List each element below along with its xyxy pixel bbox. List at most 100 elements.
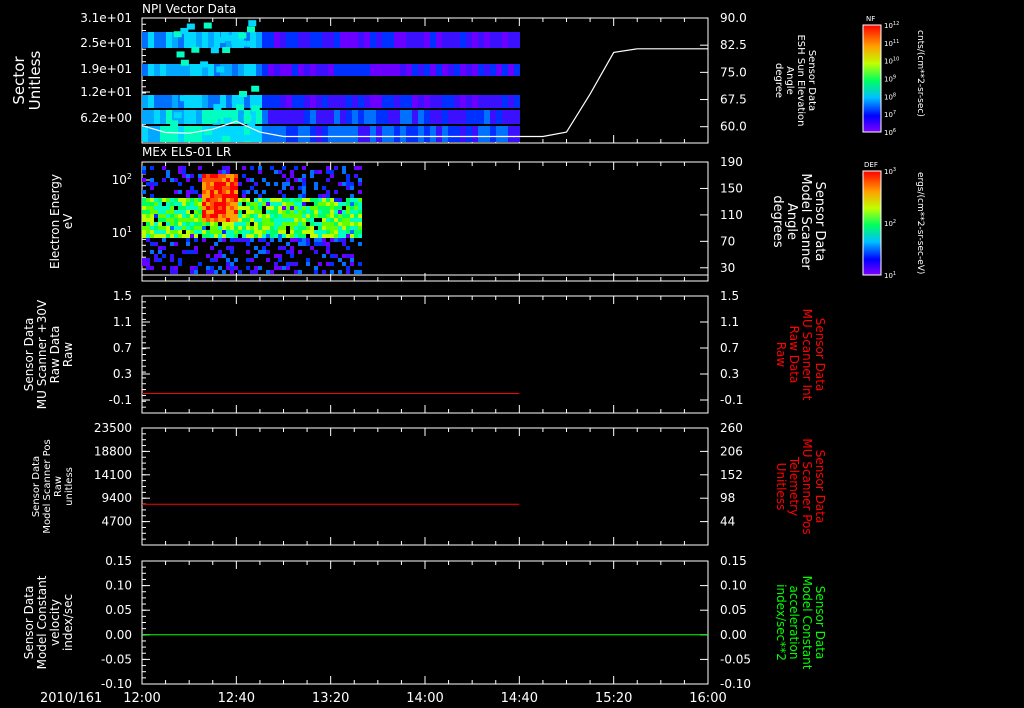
heatmap-cell bbox=[472, 126, 478, 142]
heatmap-cell bbox=[292, 110, 298, 124]
heatmap-cell bbox=[322, 226, 326, 230]
heatmap-cell bbox=[406, 110, 412, 124]
heatmap-cell bbox=[206, 194, 210, 198]
heatmap-cell bbox=[352, 126, 358, 142]
heatmap-cell bbox=[358, 182, 362, 186]
heatmap-cell bbox=[346, 126, 352, 142]
colorbar-tick-label: 103 bbox=[884, 167, 896, 176]
right-tick-label: 67.5 bbox=[720, 93, 747, 107]
heatmap-cell bbox=[142, 230, 146, 234]
heatmap-cell bbox=[148, 95, 154, 108]
ylabel-line: Raw bbox=[61, 342, 75, 367]
heatmap-cell bbox=[342, 202, 346, 206]
heatmap-cell bbox=[412, 95, 418, 108]
heatmap-cell bbox=[334, 218, 338, 222]
heatmap-cell bbox=[298, 186, 302, 190]
heatmap-cell bbox=[406, 64, 412, 76]
heatmap-cell bbox=[302, 194, 306, 198]
panel-1-ylabel: SectorUnitless bbox=[10, 51, 44, 111]
heatmap-cell bbox=[328, 95, 334, 108]
heatmap-cell bbox=[226, 95, 232, 108]
right-label-line: Telemetry bbox=[787, 456, 801, 516]
multi-panel-plot: NPI Vector Data MEx ELS-01 LR 2010/161 N… bbox=[10, 2, 925, 706]
right-label-line: MU Scanner Int bbox=[800, 309, 814, 401]
heatmap-cell bbox=[334, 234, 338, 238]
heatmap-cell bbox=[496, 32, 502, 48]
heatmap-cell bbox=[326, 210, 330, 214]
heatmap-cell bbox=[162, 246, 166, 250]
heatmap-cell bbox=[278, 230, 282, 234]
heatmap-cell bbox=[170, 254, 174, 258]
heatmap-cell bbox=[270, 166, 274, 170]
heatmap-cell bbox=[230, 206, 234, 210]
heatmap-cell bbox=[214, 190, 218, 194]
right-label-line: index/sec**2 bbox=[774, 584, 788, 661]
heatmap-cell bbox=[222, 234, 226, 238]
heatmap-cell bbox=[496, 110, 502, 124]
heatmap-cell bbox=[184, 110, 190, 124]
heatmap-cell bbox=[190, 64, 196, 76]
heatmap-cell bbox=[298, 126, 304, 142]
heatmap-cell bbox=[202, 206, 206, 210]
heatmap-cell bbox=[238, 210, 242, 214]
heatmap-cell bbox=[206, 190, 210, 194]
heatmap-cell bbox=[198, 222, 202, 226]
heatmap-cell bbox=[350, 218, 354, 222]
heatmap-cell bbox=[358, 178, 362, 182]
heatmap-cell bbox=[142, 170, 146, 174]
heatmap-cell bbox=[258, 218, 262, 222]
heatmap-cell bbox=[382, 110, 388, 124]
colorbar-tick-label: 102 bbox=[884, 219, 896, 228]
heatmap-cell bbox=[190, 32, 196, 48]
heatmap-cell bbox=[222, 206, 226, 210]
heatmap-cell bbox=[338, 222, 342, 226]
heatmap-cell bbox=[182, 222, 186, 226]
heatmap-cell bbox=[326, 166, 330, 170]
heatmap-cell bbox=[270, 210, 274, 214]
heatmap-cell bbox=[210, 234, 214, 238]
heatmap-cell bbox=[234, 190, 238, 194]
colorbar-tick-exponent: 2 bbox=[893, 219, 896, 225]
heatmap-cell bbox=[178, 226, 182, 230]
heatmap-cell bbox=[448, 64, 454, 76]
heatmap-cell bbox=[214, 242, 218, 246]
heatmap-cell bbox=[222, 178, 226, 182]
heatmap-cell bbox=[170, 214, 174, 218]
heatmap-cell bbox=[302, 166, 306, 170]
heatmap-cell bbox=[190, 222, 194, 226]
heatmap-cell bbox=[218, 266, 222, 270]
panel-4-frame bbox=[141, 427, 709, 546]
heatmap-cell bbox=[350, 222, 354, 226]
panel-4-ylabel: Sensor Data Model Scanner Pos Raw unitless bbox=[31, 439, 75, 533]
heatmap-cell bbox=[206, 210, 210, 214]
heatmap-cell bbox=[484, 110, 490, 124]
right-label-line: degrees bbox=[770, 195, 785, 248]
heatmap-cell bbox=[246, 26, 255, 33]
heatmap-cell bbox=[460, 95, 466, 108]
colorbar-nf-name: NF bbox=[866, 15, 875, 23]
heatmap-cell bbox=[290, 186, 294, 190]
heatmap-cell bbox=[166, 174, 170, 178]
y-tick-label: 0.7 bbox=[113, 341, 132, 355]
heatmap-cell bbox=[186, 202, 190, 206]
heatmap-cell bbox=[150, 234, 154, 238]
heatmap-cell bbox=[298, 202, 302, 206]
heatmap-cell bbox=[338, 238, 342, 242]
heatmap-cell bbox=[218, 218, 222, 222]
heatmap-cell bbox=[346, 246, 350, 250]
heatmap-cell bbox=[290, 238, 294, 242]
heatmap-cell bbox=[294, 206, 298, 210]
heatmap-cell bbox=[202, 174, 206, 178]
heatmap-cell bbox=[436, 32, 442, 48]
heatmap-cell bbox=[354, 206, 358, 210]
heatmap-cell bbox=[246, 250, 250, 254]
heatmap-cell bbox=[194, 234, 198, 238]
heatmap-cell bbox=[314, 238, 318, 242]
heatmap-cell bbox=[258, 194, 262, 198]
heatmap-cell bbox=[358, 95, 364, 108]
heatmap-cell bbox=[234, 222, 238, 226]
heatmap-cell bbox=[246, 222, 250, 226]
heatmap-cell bbox=[190, 234, 194, 238]
heatmap-cell bbox=[173, 112, 182, 119]
heatmap-cell bbox=[246, 206, 250, 210]
